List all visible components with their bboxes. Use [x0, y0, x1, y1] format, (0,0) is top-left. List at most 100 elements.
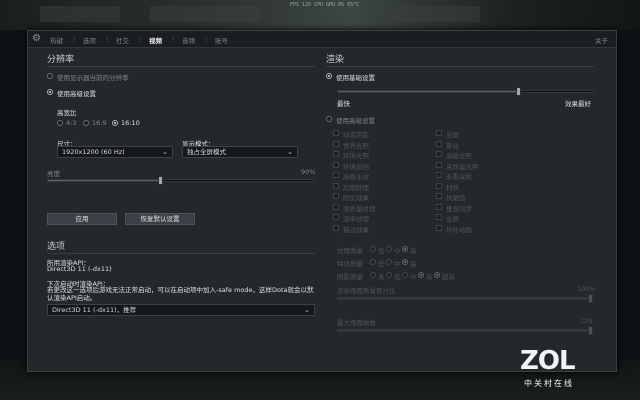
- quality-row-label: 纹理质量: [337, 247, 363, 255]
- advanced-checkbox[interactable]: [333, 193, 339, 199]
- quality-radio-label: 低: [394, 273, 401, 281]
- advanced-checkbox[interactable]: [333, 140, 339, 147]
- advanced-checkbox[interactable]: [333, 151, 339, 157]
- advanced-checkbox[interactable]: [333, 182, 339, 189]
- quality-radio-label: 中: [394, 247, 401, 255]
- aspect-label: 高宽比: [57, 109, 77, 117]
- reset-defaults-button[interactable]: 恢复默认设置: [125, 213, 195, 225]
- advanced-checkbox[interactable]: [436, 224, 442, 231]
- render-api-value: Direct3D 11 (-dx11)，推荐: [52, 306, 137, 314]
- quality-radio-label: 关: [378, 273, 385, 281]
- advanced-checkbox-label: 环境遮挡: [343, 162, 369, 171]
- advanced-checkbox[interactable]: [333, 224, 339, 231]
- next-api-note: 若更改这一选项后游戏无法正常启动，可以在启动项中加入-safe mode，这样D…: [47, 286, 314, 302]
- quality-radio[interactable]: [370, 272, 376, 278]
- brightness-handle[interactable]: [157, 176, 163, 185]
- advanced-checkbox[interactable]: [333, 161, 339, 168]
- quality-radio-label: 中: [410, 273, 417, 281]
- quality-radio[interactable]: [402, 272, 408, 278]
- max-fps-handle[interactable]: [588, 326, 593, 335]
- advanced-checkbox-label: 动态阴影: [343, 131, 369, 139]
- quality-radio[interactable]: [418, 272, 424, 278]
- quality-radio[interactable]: [386, 259, 392, 265]
- render-api-select[interactable]: Direct3D 11 (-dx11)，推荐 ⌄: [47, 304, 315, 316]
- aspect-4-3-label: 4:3: [66, 119, 77, 127]
- brightness-value: 90%: [301, 168, 316, 176]
- max-fps-slider[interactable]: [337, 329, 592, 332]
- brightness-slider[interactable]: [47, 179, 315, 182]
- advanced-checkbox[interactable]: [436, 172, 442, 178]
- max-fps-label: 最大画面帧数: [337, 319, 376, 327]
- chevron-down-icon: ⌄: [287, 148, 293, 156]
- tab-hotkeys[interactable]: 热键: [50, 35, 63, 45]
- quality-radio[interactable]: [386, 246, 392, 252]
- render-title: 渲染: [326, 55, 345, 65]
- quality-radio[interactable]: [402, 259, 408, 265]
- gear-icon[interactable]: ⚙: [32, 33, 41, 44]
- advanced-checkbox-label: 垂直同步: [446, 204, 472, 213]
- max-fps-fill: [338, 330, 591, 331]
- advanced-checkbox[interactable]: [436, 140, 442, 147]
- fastest-label: 最快: [337, 100, 350, 108]
- quality-slider[interactable]: [337, 90, 595, 93]
- quality-radio[interactable]: [402, 246, 408, 252]
- advanced-checkbox[interactable]: [436, 203, 442, 210]
- radio-aspect-16-9[interactable]: [83, 120, 89, 126]
- advanced-checkbox[interactable]: [436, 151, 442, 157]
- advanced-checkbox-label: 高级水效: [343, 173, 369, 181]
- radio-aspect-4-3[interactable]: [57, 120, 63, 126]
- advanced-checkbox[interactable]: [333, 214, 339, 220]
- tab-options[interactable]: 选项: [83, 35, 96, 45]
- render-scale-handle[interactable]: [588, 294, 593, 303]
- quality-radio[interactable]: [370, 259, 376, 265]
- advanced-checkbox[interactable]: [333, 172, 339, 178]
- radio-use-basic[interactable]: [326, 73, 332, 79]
- render-advanced-label: 使用高级设置: [336, 117, 375, 125]
- advanced-checkbox[interactable]: [436, 214, 442, 220]
- aspect-16-9-label: 16:9: [92, 119, 107, 127]
- display-mode-select[interactable]: 独占全屏模式 ⌄: [182, 146, 298, 158]
- render-scale-fill: [338, 298, 591, 299]
- quality-radio-label: 高: [410, 247, 417, 255]
- tab-video[interactable]: 视频: [149, 35, 162, 45]
- tab-separator: |: [106, 35, 109, 43]
- tab-separator: |: [205, 35, 208, 43]
- advanced-checkbox[interactable]: [333, 130, 339, 136]
- advanced-checkbox[interactable]: [436, 193, 442, 199]
- advanced-checkbox[interactable]: [333, 203, 339, 210]
- advanced-checkbox-label: 世界光照: [343, 141, 369, 150]
- tab-account[interactable]: 账号: [215, 35, 228, 45]
- divider: [47, 66, 315, 67]
- advanced-checkbox[interactable]: [436, 182, 442, 189]
- about-button[interactable]: 关于: [595, 35, 608, 45]
- display-mode-value: 独占全屏模式: [187, 148, 226, 156]
- quality-radio[interactable]: [386, 272, 392, 278]
- radio-render-advanced[interactable]: [326, 116, 332, 122]
- radio-use-advanced[interactable]: [47, 89, 53, 95]
- advanced-checkbox-label: 抗锯齿: [446, 194, 466, 202]
- max-fps-value: 120: [580, 317, 593, 325]
- size-select[interactable]: 1920x1200 (60 Hz) ⌄: [57, 146, 173, 158]
- quality-radio-label: 高: [410, 260, 417, 268]
- render-scale-value: 100%: [577, 285, 596, 293]
- watermark-subtitle: 中关村在线: [524, 379, 574, 388]
- quality-radio[interactable]: [434, 272, 440, 278]
- advanced-checkbox[interactable]: [436, 161, 442, 168]
- tab-bar: ⚙ 热键 | 选项 | 社交 | 视频 | 音频 | 账号 关于: [28, 31, 616, 48]
- render-scale-label: 渲染画面质量百分比: [337, 287, 396, 295]
- divider: [47, 253, 315, 254]
- advanced-checkbox[interactable]: [436, 130, 442, 136]
- advanced-checkbox-label: 树叶动画: [446, 225, 472, 234]
- radio-aspect-16-10[interactable]: [112, 120, 118, 126]
- size-select-value: 1920x1200 (60 Hz): [62, 148, 125, 156]
- apply-button[interactable]: 应用: [47, 213, 117, 225]
- radio-use-desktop[interactable]: [47, 73, 53, 79]
- tab-social[interactable]: 社交: [116, 35, 129, 45]
- render-scale-slider[interactable]: [337, 297, 592, 300]
- quality-radio[interactable]: [370, 246, 376, 252]
- tab-audio[interactable]: 音频: [182, 35, 195, 45]
- quality-handle[interactable]: [515, 87, 521, 96]
- quality-fill: [338, 91, 518, 92]
- background-hud-block: [40, 6, 120, 22]
- best-label: 效果最好: [565, 100, 591, 108]
